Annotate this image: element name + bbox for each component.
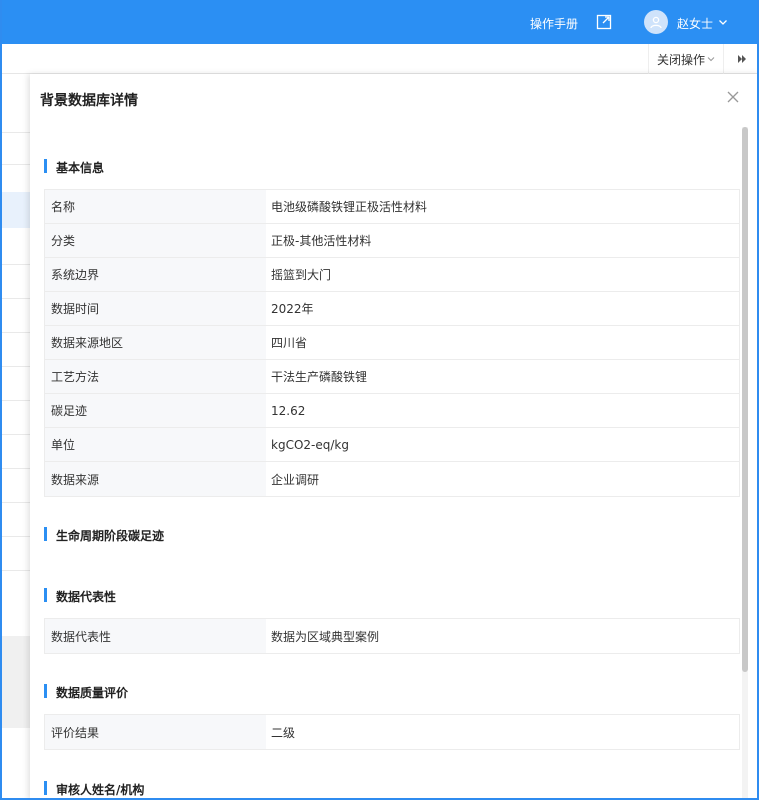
row-value: 电池级磷酸铁锂正极活性材料 (271, 200, 428, 214)
row-value: 四川省 (271, 336, 308, 350)
row-key: 数据来源 (45, 462, 266, 496)
table-row: 数据来源地区 四川省 (45, 326, 739, 360)
table-row: 分类 正极-其他活性材料 (45, 224, 739, 258)
row-key: 系统边界 (45, 258, 266, 291)
section-title-quality: 数据质量评价 (44, 684, 128, 701)
row-value: 正极-其他活性材料 (271, 234, 372, 248)
row-value: 摇篮到大门 (271, 268, 332, 282)
section-title-basic: 基本信息 (44, 159, 104, 176)
user-icon (650, 16, 662, 29)
row-value: 2022年 (271, 302, 314, 316)
table-row: 数据时间 2022年 (45, 292, 739, 326)
table-row: 数据代表性 数据为区域典型案例 (45, 619, 739, 653)
row-value: 数据为区域典型案例 (271, 629, 380, 644)
representativeness-table: 数据代表性 数据为区域典型案例 (44, 618, 740, 654)
detail-drawer: 背景数据库详情 基本信息 名称 电池级磷酸铁锂正极活性材料 分类 正极-其他活性… (30, 74, 757, 798)
table-row: 碳足迹 12.62 (45, 394, 739, 428)
row-value: 二级 (271, 725, 296, 740)
chevron-down-icon[interactable] (718, 16, 728, 26)
table-row: 单位 kgCO2-eq/kg (45, 428, 739, 462)
quality-table: 评价结果 二级 (44, 714, 740, 750)
row-key: 名称 (45, 190, 266, 223)
row-key: 工艺方法 (45, 360, 266, 393)
background-list (2, 74, 30, 798)
row-key: 评价结果 (45, 715, 266, 749)
user-name[interactable]: 赵女士 (677, 15, 713, 32)
row-key: 单位 (45, 428, 266, 461)
section-title-lifecycle: 生命周期阶段碳足迹 (44, 527, 164, 544)
background-list-footer (2, 636, 30, 728)
row-value: 12.62 (271, 403, 306, 418)
row-key: 碳足迹 (45, 394, 266, 427)
table-row: 数据来源 企业调研 (45, 462, 739, 496)
close-operations-label: 关闭操作 (656, 52, 705, 67)
row-key: 数据来源地区 (45, 326, 266, 359)
manual-link[interactable]: 操作手册 (530, 15, 578, 32)
drawer-title: 背景数据库详情 (40, 93, 138, 109)
chevron-down-icon (707, 57, 715, 62)
table-row: 名称 电池级磷酸铁锂正极活性材料 (45, 190, 739, 224)
external-link-icon[interactable] (596, 14, 612, 30)
background-list-selected-row (2, 192, 30, 228)
row-value: 干法生产磷酸铁锂 (271, 370, 368, 384)
app-frame: 操作手册 赵女士 关闭操作 背景数据库详情 基本信息 名称 电池级磷酸铁锂正极活… (0, 0, 759, 800)
close-operations-dropdown[interactable]: 关闭操作 (648, 44, 724, 74)
row-value: kgCO2-eq/kg (271, 437, 349, 452)
table-row: 评价结果 二级 (45, 715, 739, 749)
scrollbar-thumb[interactable] (742, 127, 748, 672)
top-header: 操作手册 赵女士 (2, 0, 757, 44)
row-value: 企业调研 (271, 472, 320, 487)
row-key: 数据时间 (45, 292, 266, 325)
row-key: 数据代表性 (45, 619, 266, 653)
double-chevron-right-icon[interactable] (736, 53, 748, 65)
table-row: 工艺方法 干法生产磷酸铁锂 (45, 360, 739, 394)
avatar[interactable] (644, 10, 668, 34)
basic-info-table: 名称 电池级磷酸铁锂正极活性材料 分类 正极-其他活性材料 系统边界 摇篮到大门… (44, 189, 740, 497)
row-key: 分类 (45, 224, 266, 257)
section-title-representativeness: 数据代表性 (44, 588, 116, 605)
table-row: 系统边界 摇篮到大门 (45, 258, 739, 292)
section-title-reviewer: 审核人姓名/机构 (44, 781, 144, 798)
tab-toolbar: 关闭操作 (2, 44, 757, 74)
close-icon[interactable] (726, 90, 740, 104)
